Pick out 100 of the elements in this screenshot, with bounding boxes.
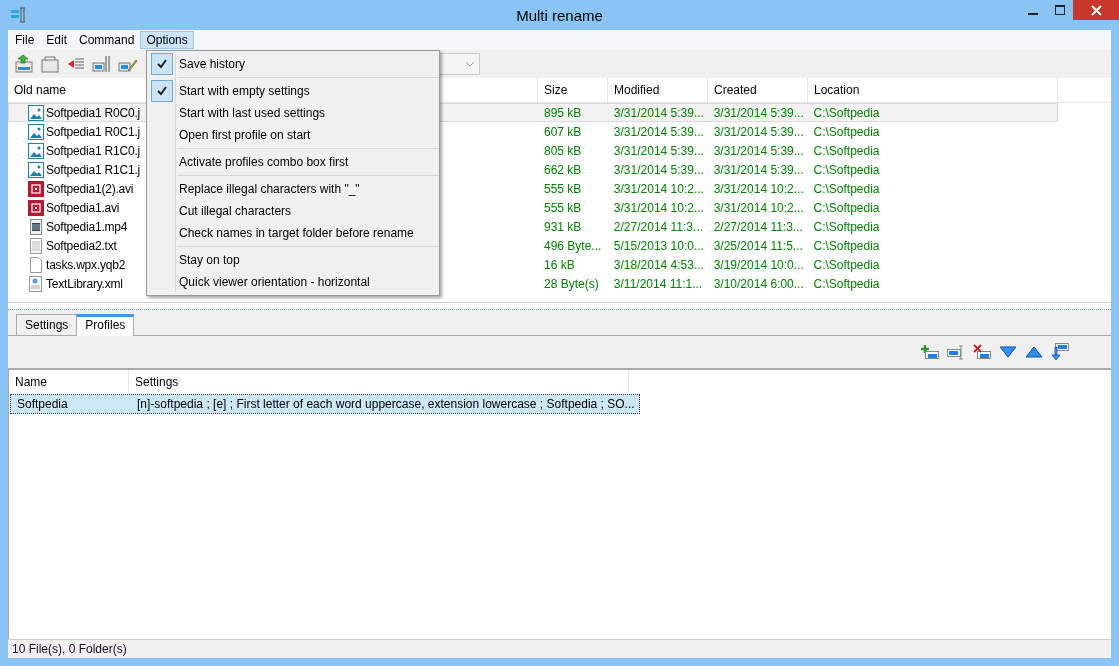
image-file-icon: [28, 104, 44, 121]
menu-item[interactable]: Options: [140, 31, 194, 49]
file-size: 895 kB: [543, 105, 583, 120]
file-size: 607 kB: [543, 124, 583, 139]
created-date: 3/25/2014 11:5...: [712, 238, 804, 253]
video-file-icon: [28, 180, 44, 197]
file-location: C:\Softpedia: [812, 257, 881, 272]
file-size: 555 kB: [543, 200, 583, 215]
file-name: Softpedia1 R0C0.j: [46, 105, 140, 120]
file-location: C:\Softpedia: [812, 162, 881, 177]
tab[interactable]: Settings: [16, 314, 78, 335]
move-up-icon[interactable]: [1025, 346, 1043, 358]
profile-name: Softpedia: [16, 397, 69, 411]
menu-option[interactable]: Activate profiles combo box first: [147, 151, 439, 173]
created-date: 3/10/2014 6:00...: [712, 276, 805, 291]
file-size: 931 kB: [543, 219, 583, 234]
menu-option[interactable]: Start with empty settings: [147, 80, 439, 102]
file-location: C:\Softpedia: [812, 143, 881, 158]
modified-date: 3/18/2014 4:53...: [612, 257, 705, 272]
maximize-icon: [1054, 5, 1065, 15]
close-icon: [1090, 4, 1102, 16]
created-date: 3/31/2014 5:39...: [712, 124, 805, 139]
menu-option[interactable]: Stay on top: [147, 249, 439, 271]
status-bar: 10 File(s), 0 Folder(s): [8, 639, 1111, 658]
image-file-icon: [28, 123, 44, 140]
file-size: 28 Byte(s): [543, 276, 600, 291]
file-size: 805 kB: [543, 143, 583, 158]
modified-date: 5/15/2013 10:0...: [612, 238, 705, 253]
column-header[interactable]: Modified: [608, 78, 708, 102]
minimize-icon: [1027, 13, 1038, 15]
app-icon: [10, 6, 28, 24]
menu-item[interactable]: File: [9, 31, 41, 49]
image-file-icon: [28, 161, 44, 178]
file-size: 16 kB: [543, 257, 576, 272]
menu-option[interactable]: Save history: [147, 53, 439, 75]
modified-date: 3/11/2014 11:1...: [612, 276, 704, 291]
created-date: 3/31/2014 10:2...: [712, 181, 805, 196]
rename-icon[interactable]: [92, 54, 112, 74]
modified-date: 3/31/2014 5:39...: [612, 105, 705, 120]
menu-option[interactable]: Cut illegal characters: [147, 200, 439, 222]
file-location: C:\Softpedia: [812, 124, 881, 139]
folder-list-icon[interactable]: [40, 54, 60, 74]
file-size: 496 Byte...: [543, 238, 603, 253]
file-size: 555 kB: [543, 181, 583, 196]
file-name: tasks.wpx.yqb2: [46, 257, 126, 272]
move-to-bottom-icon[interactable]: [1051, 343, 1069, 361]
file-name: Softpedia1 R0C1.j: [46, 124, 140, 139]
file-location: C:\Softpedia: [812, 181, 881, 196]
add-files-icon[interactable]: [14, 54, 34, 74]
modified-date: 3/31/2014 5:39...: [612, 162, 705, 177]
modified-date: 3/31/2014 5:39...: [612, 143, 705, 158]
column-header[interactable]: Created: [708, 78, 808, 102]
image-file-icon: [28, 142, 44, 159]
video-file-icon: [28, 199, 44, 216]
column-header[interactable]: Location: [808, 78, 1058, 102]
menu-option[interactable]: Check names in target folder before rename: [147, 222, 439, 244]
created-date: 3/31/2014 10:2...: [712, 200, 805, 215]
modified-date: 3/31/2014 10:2...: [612, 181, 705, 196]
menu-option[interactable]: Start with last used settings: [147, 102, 439, 124]
created-date: 3/19/2014 10:0...: [712, 257, 805, 272]
column-header[interactable]: Size: [538, 78, 608, 102]
window-title: Multi rename: [516, 7, 603, 24]
move-down-icon[interactable]: [999, 346, 1017, 358]
file-name: Softpedia1 R1C0.j: [46, 143, 140, 158]
file-name: Softpedia1(2).avi: [46, 181, 134, 196]
created-date: 3/31/2014 5:39...: [712, 162, 805, 177]
menu-item[interactable]: Command: [73, 31, 141, 49]
menu-option[interactable]: Open first profile on start: [147, 124, 439, 146]
close-button[interactable]: [1073, 0, 1119, 20]
file-location: C:\Softpedia: [812, 276, 881, 291]
file-name: Softpedia2.txt: [46, 238, 117, 253]
xml-file-icon: [28, 275, 44, 292]
profile-row[interactable]: Softpedia [n]-softpedia ; [e] ; First letter of each word uppercase, extension lowercase ; Softpedia ; SO...: [10, 394, 640, 414]
modified-date: 3/31/2014 5:39...: [612, 124, 705, 139]
profile-settings: [n]-softpedia ; [e] ; First letter of each word uppercase, extension lowercase ; Softpedia ; SO...: [136, 397, 636, 411]
created-date: 2/27/2014 11:3...: [712, 219, 804, 234]
menu-option[interactable]: Replace illegal characters with "_": [147, 178, 439, 200]
file-location: C:\Softpedia: [812, 200, 881, 215]
file-name: Softpedia1 R1C1.j: [46, 162, 140, 177]
add-profile-icon[interactable]: [921, 344, 939, 360]
rename-profile-icon[interactable]: [947, 344, 965, 360]
tab[interactable]: Profiles: [76, 314, 135, 336]
menu-option[interactable]: Quick viewer orientation - horizontal: [147, 271, 439, 293]
text-file-icon: [28, 237, 44, 254]
file-name: Softpedia1.mp4: [46, 219, 128, 234]
file-location: C:\Softpedia: [812, 219, 881, 234]
file-name: Softpedia1.avi: [46, 200, 120, 215]
modified-date: 3/31/2014 10:2...: [612, 200, 705, 215]
file-location: C:\Softpedia: [812, 238, 881, 253]
delete-profile-icon[interactable]: [973, 344, 991, 360]
film-file-icon: [28, 218, 44, 235]
modified-date: 2/27/2014 11:3...: [612, 219, 705, 234]
created-date: 3/31/2014 5:39...: [712, 143, 805, 158]
menu-item[interactable]: Edit: [40, 31, 74, 49]
file-icon: [28, 256, 44, 273]
file-size: 662 kB: [543, 162, 583, 177]
file-location: C:\Softpedia: [812, 105, 881, 120]
created-date: 3/31/2014 5:39...: [712, 105, 805, 120]
dropdown-icon: [465, 61, 475, 67]
file-name: TextLibrary.xml: [46, 276, 123, 291]
